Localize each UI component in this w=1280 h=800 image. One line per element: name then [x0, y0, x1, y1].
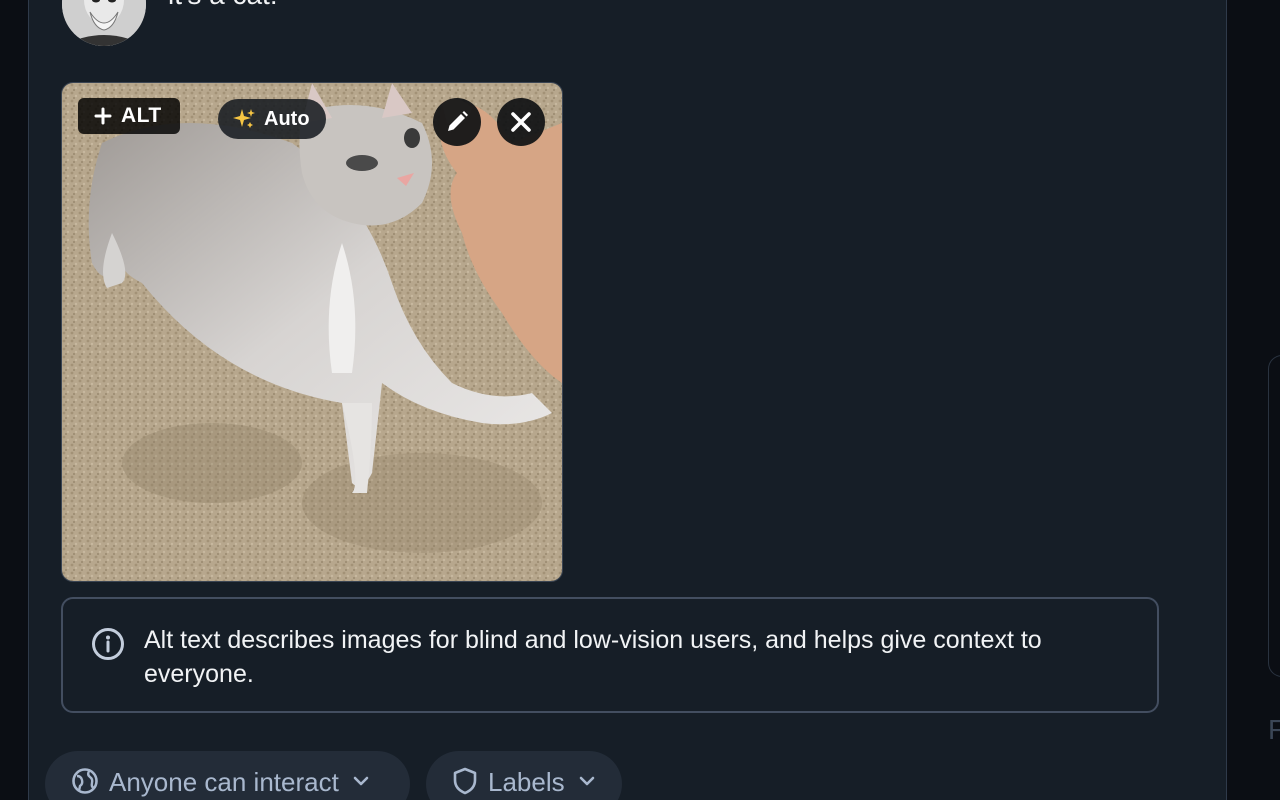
interaction-settings-label: Anyone can interact: [109, 767, 339, 797]
globe-icon: [72, 768, 98, 794]
plus-icon: [94, 107, 112, 125]
image-attachment: ALT Auto: [61, 82, 563, 582]
alt-text-info-message: Alt text describes images for blind and …: [144, 626, 1042, 688]
screen: it's a cat!: [0, 0, 1280, 800]
alt-button-label: ALT: [121, 104, 162, 127]
pencil-icon: [448, 111, 468, 131]
auto-button-label: Auto: [264, 107, 310, 130]
side-panel-edge: [1268, 355, 1280, 677]
alt-text-info-box: Alt text describes images for blind and …: [61, 597, 1159, 713]
edit-image-button[interactable]: [433, 98, 481, 146]
labels-button[interactable]: Labels: [426, 751, 622, 800]
cat-photo: [62, 83, 562, 581]
chevron-down-icon: [353, 776, 369, 786]
add-alt-text-button[interactable]: ALT: [78, 98, 180, 134]
post-text[interactable]: it's a cat!: [168, 0, 278, 12]
close-icon: [511, 112, 531, 132]
chevron-down-icon: [579, 776, 594, 786]
sparkles-icon: [233, 109, 255, 128]
shield-icon: [453, 767, 477, 795]
labels-label: Labels: [488, 767, 565, 797]
remove-image-button[interactable]: [497, 98, 545, 146]
auto-alt-text-button[interactable]: Auto: [218, 99, 326, 139]
side-panel-text: F: [1268, 714, 1280, 745]
info-icon: [92, 628, 124, 660]
interaction-settings-button[interactable]: Anyone can interact: [45, 751, 410, 800]
